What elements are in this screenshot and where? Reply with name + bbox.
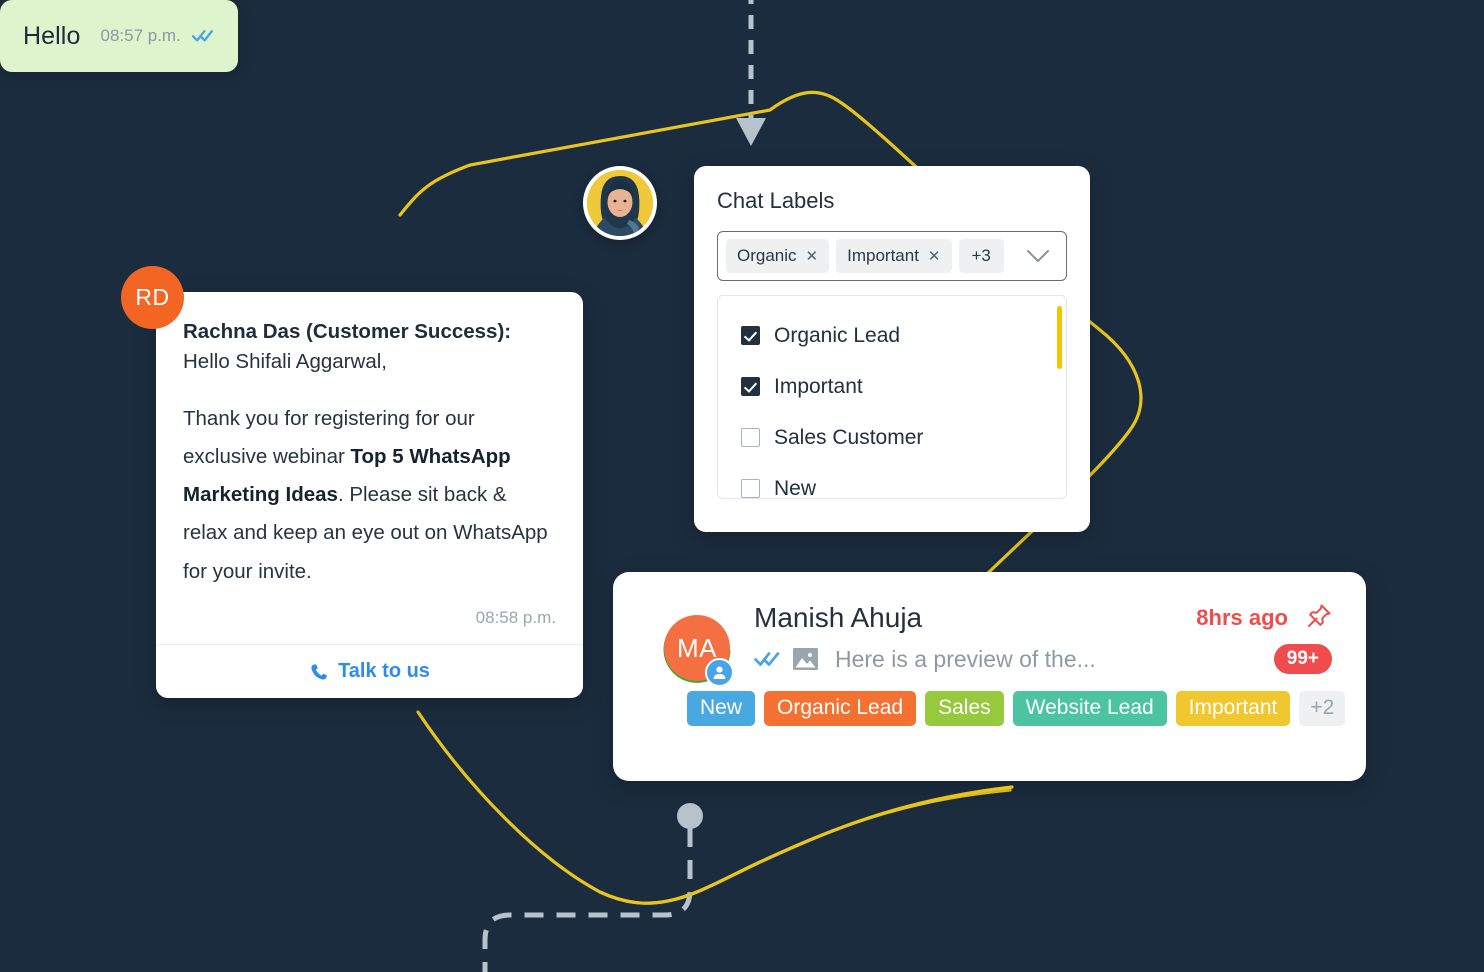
rachna-avatar-initials: RD bbox=[135, 284, 170, 310]
label-option-text: Sales Customer bbox=[774, 425, 924, 449]
tag-website-lead[interactable]: Website Lead bbox=[1012, 691, 1167, 727]
phone-icon bbox=[311, 664, 327, 680]
tag-sales[interactable]: Sales bbox=[925, 691, 1004, 727]
chip-label: Organic bbox=[737, 246, 797, 265]
chat-labels-input[interactable]: Organic ✕ Important ✕ +3 bbox=[717, 231, 1067, 281]
tag-organic-lead[interactable]: Organic Lead bbox=[764, 691, 917, 727]
hello-message-text: Hello bbox=[23, 21, 81, 50]
rachna-avatar[interactable]: RD bbox=[121, 266, 184, 329]
tag-important[interactable]: Important bbox=[1175, 691, 1291, 727]
rachna-message-card[interactable]: Rachna Das (Customer Success): Hello Shi… bbox=[156, 292, 583, 699]
label-option-new[interactable]: New bbox=[718, 463, 1066, 499]
woman-avatar-photo bbox=[587, 170, 653, 236]
label-option-important[interactable]: Important bbox=[718, 361, 1066, 412]
checkbox-unchecked-icon[interactable] bbox=[741, 428, 760, 447]
hello-message-bubble[interactable]: Hello 08:57 p.m. bbox=[0, 0, 238, 72]
talk-to-us-label: Talk to us bbox=[338, 660, 430, 683]
message-timestamp: 08:58 p.m. bbox=[475, 608, 556, 628]
message-greeting: Hello Shifali Aggarwal, bbox=[183, 350, 387, 374]
message-body: Thank you for registering for our exclus… bbox=[183, 400, 556, 592]
checkbox-unchecked-icon[interactable] bbox=[741, 479, 760, 498]
tag-new[interactable]: New bbox=[687, 691, 756, 727]
chat-labels-option-list[interactable]: Organic Lead Important Sales Customer Ne… bbox=[717, 295, 1067, 499]
image-icon bbox=[793, 648, 818, 670]
selected-chip-organic[interactable]: Organic ✕ bbox=[726, 239, 830, 273]
label-option-sales-customer[interactable]: Sales Customer bbox=[718, 412, 1066, 463]
contact-name: Manish Ahuja bbox=[754, 602, 923, 633]
double-check-icon bbox=[191, 30, 213, 42]
chip-label: Important bbox=[847, 246, 919, 265]
label-option-text: Organic Lead bbox=[774, 323, 901, 347]
chat-preview-text: Here is a preview of the... bbox=[835, 645, 1096, 672]
illustration-canvas: Hello 08:57 p.m. RD Rachna Das (Customer… bbox=[0, 0, 1484, 972]
person-icon bbox=[705, 658, 734, 687]
tag-overflow-count[interactable]: +2 bbox=[1299, 691, 1346, 727]
close-icon[interactable]: ✕ bbox=[928, 249, 941, 264]
checkbox-checked-icon[interactable] bbox=[741, 326, 760, 345]
woman-portrait-illustration bbox=[587, 170, 653, 236]
avatar-initials: MA bbox=[677, 632, 717, 663]
chip-overflow-count[interactable]: +3 bbox=[958, 239, 1004, 273]
contact-avatar[interactable]: MA bbox=[655, 608, 739, 692]
talk-to-us-button[interactable]: Talk to us bbox=[183, 645, 556, 698]
unread-count-badge: 99+ bbox=[1273, 644, 1332, 674]
chat-item-header: Manish Ahuja 8hrs ago bbox=[754, 602, 1332, 634]
chat-tag-row: New Organic Lead Sales Website Lead Impo… bbox=[687, 691, 1346, 727]
woman-avatar[interactable] bbox=[583, 166, 657, 240]
close-icon[interactable]: ✕ bbox=[806, 249, 819, 264]
chat-timestamp: 8hrs ago bbox=[1196, 605, 1288, 630]
selected-chip-important[interactable]: Important ✕ bbox=[836, 239, 952, 273]
labels-list-scrollbar[interactable] bbox=[1057, 306, 1062, 369]
chat-labels-panel[interactable]: Chat Labels Organic ✕ Important ✕ +3 Org… bbox=[694, 166, 1090, 532]
hello-message-time: 08:57 p.m. bbox=[100, 26, 213, 46]
hello-time-value: 08:57 p.m. bbox=[100, 26, 181, 45]
label-option-text: Important bbox=[774, 374, 863, 398]
checkbox-checked-icon[interactable] bbox=[741, 377, 760, 396]
pin-icon[interactable] bbox=[1306, 603, 1332, 634]
message-sender-name: Rachna Das (Customer Success): bbox=[183, 320, 512, 343]
chat-labels-title: Chat Labels bbox=[717, 188, 835, 213]
double-check-icon bbox=[754, 652, 780, 666]
label-option-text: New bbox=[774, 476, 817, 499]
label-option-organic-lead[interactable]: Organic Lead bbox=[718, 310, 1066, 361]
chevron-down-icon[interactable] bbox=[1025, 248, 1051, 264]
chat-preview-row: Here is a preview of the... 99+ bbox=[754, 644, 1332, 674]
